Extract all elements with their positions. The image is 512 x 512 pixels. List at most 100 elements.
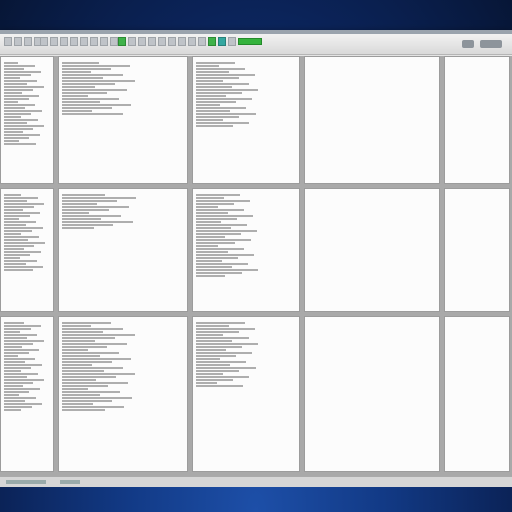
text-line xyxy=(62,80,135,82)
break-icon[interactable] xyxy=(158,37,166,46)
trace-icon[interactable] xyxy=(178,37,186,46)
text-line xyxy=(4,385,23,387)
text-line xyxy=(4,104,36,106)
text-line xyxy=(4,194,22,196)
pane-r1c2[interactable] xyxy=(58,56,188,184)
text-line xyxy=(4,131,23,133)
text-line xyxy=(62,83,115,85)
text-line xyxy=(4,343,33,345)
pane-grid xyxy=(0,56,512,476)
text-line xyxy=(62,215,121,217)
text-line xyxy=(4,382,34,384)
text-line xyxy=(4,77,21,79)
text-line xyxy=(196,251,229,253)
text-line xyxy=(62,224,114,226)
settings-icon[interactable] xyxy=(228,37,236,46)
pane-r1c5[interactable] xyxy=(444,56,510,184)
text-line xyxy=(196,101,236,103)
replace-icon[interactable] xyxy=(100,37,108,46)
step-icon[interactable] xyxy=(128,37,136,46)
text-line xyxy=(4,379,45,381)
find-icon[interactable] xyxy=(90,37,98,46)
text-line xyxy=(4,209,24,211)
text-line xyxy=(196,245,219,247)
pane-r2c2[interactable] xyxy=(58,188,188,312)
pane-r3c4[interactable] xyxy=(304,316,440,472)
text-line xyxy=(62,391,121,393)
pane-r1c1[interactable] xyxy=(0,56,54,184)
text-line xyxy=(4,269,33,271)
text-line xyxy=(4,224,26,226)
text-line xyxy=(196,269,258,271)
stop-icon[interactable] xyxy=(138,37,146,46)
progress-indicator xyxy=(238,38,262,45)
text-line xyxy=(4,346,23,348)
text-line xyxy=(4,334,38,336)
text-line xyxy=(62,373,136,375)
text-line xyxy=(196,242,235,244)
text-line xyxy=(62,221,133,223)
text-line xyxy=(4,328,31,330)
pane-r3c3[interactable] xyxy=(192,316,300,472)
format-icon[interactable] xyxy=(110,37,118,46)
text-line xyxy=(4,92,23,94)
pane-r2c3[interactable] xyxy=(192,188,300,312)
text-line xyxy=(196,254,255,256)
text-line xyxy=(62,394,101,396)
text-line xyxy=(4,364,42,366)
pane-r3c2[interactable] xyxy=(58,316,188,472)
undo-icon[interactable] xyxy=(70,37,78,46)
toolbar-group-status xyxy=(208,37,262,51)
run-icon[interactable] xyxy=(118,37,126,46)
text-line xyxy=(62,218,102,220)
text-line xyxy=(196,382,217,384)
text-line xyxy=(196,257,238,259)
cut-icon[interactable] xyxy=(40,37,48,46)
text-line xyxy=(4,134,40,136)
text-line xyxy=(62,200,117,202)
connect-icon[interactable] xyxy=(208,37,216,46)
text-line xyxy=(4,230,33,232)
text-line xyxy=(4,203,45,205)
text-line xyxy=(62,346,108,348)
text-line xyxy=(4,113,32,115)
pane-r2c4[interactable] xyxy=(304,188,440,312)
pane-r2c1[interactable] xyxy=(0,188,54,312)
text-line xyxy=(62,101,100,103)
text-line xyxy=(4,80,38,82)
save-icon[interactable] xyxy=(24,37,32,46)
status-segment xyxy=(60,480,80,484)
text-line xyxy=(196,122,250,124)
text-line xyxy=(196,370,240,372)
copy-icon[interactable] xyxy=(50,37,58,46)
text-line xyxy=(62,397,133,399)
redo-icon[interactable] xyxy=(80,37,88,46)
text-line xyxy=(4,322,25,324)
pane-r3c5[interactable] xyxy=(444,316,510,472)
text-line xyxy=(4,65,35,67)
zoom-icon[interactable] xyxy=(198,37,206,46)
text-line xyxy=(4,107,25,109)
text-line xyxy=(62,328,123,330)
text-line xyxy=(196,221,222,223)
help-icon[interactable] xyxy=(462,40,474,48)
open-icon[interactable] xyxy=(14,37,22,46)
sync-icon[interactable] xyxy=(218,37,226,46)
text-line xyxy=(4,397,36,399)
pane-r1c4[interactable] xyxy=(304,56,440,184)
text-line xyxy=(196,212,228,214)
pane-r2c5[interactable] xyxy=(444,188,510,312)
debug-icon[interactable] xyxy=(148,37,156,46)
text-line xyxy=(196,113,256,115)
text-line xyxy=(196,224,248,226)
log-icon[interactable] xyxy=(188,37,196,46)
text-line xyxy=(4,409,22,411)
text-line xyxy=(4,257,20,259)
text-line xyxy=(62,95,88,97)
paste-icon[interactable] xyxy=(60,37,68,46)
pane-r1c3[interactable] xyxy=(192,56,300,184)
new-icon[interactable] xyxy=(4,37,12,46)
watch-icon[interactable] xyxy=(168,37,176,46)
text-line xyxy=(4,266,44,268)
pane-r3c1[interactable] xyxy=(0,316,54,472)
